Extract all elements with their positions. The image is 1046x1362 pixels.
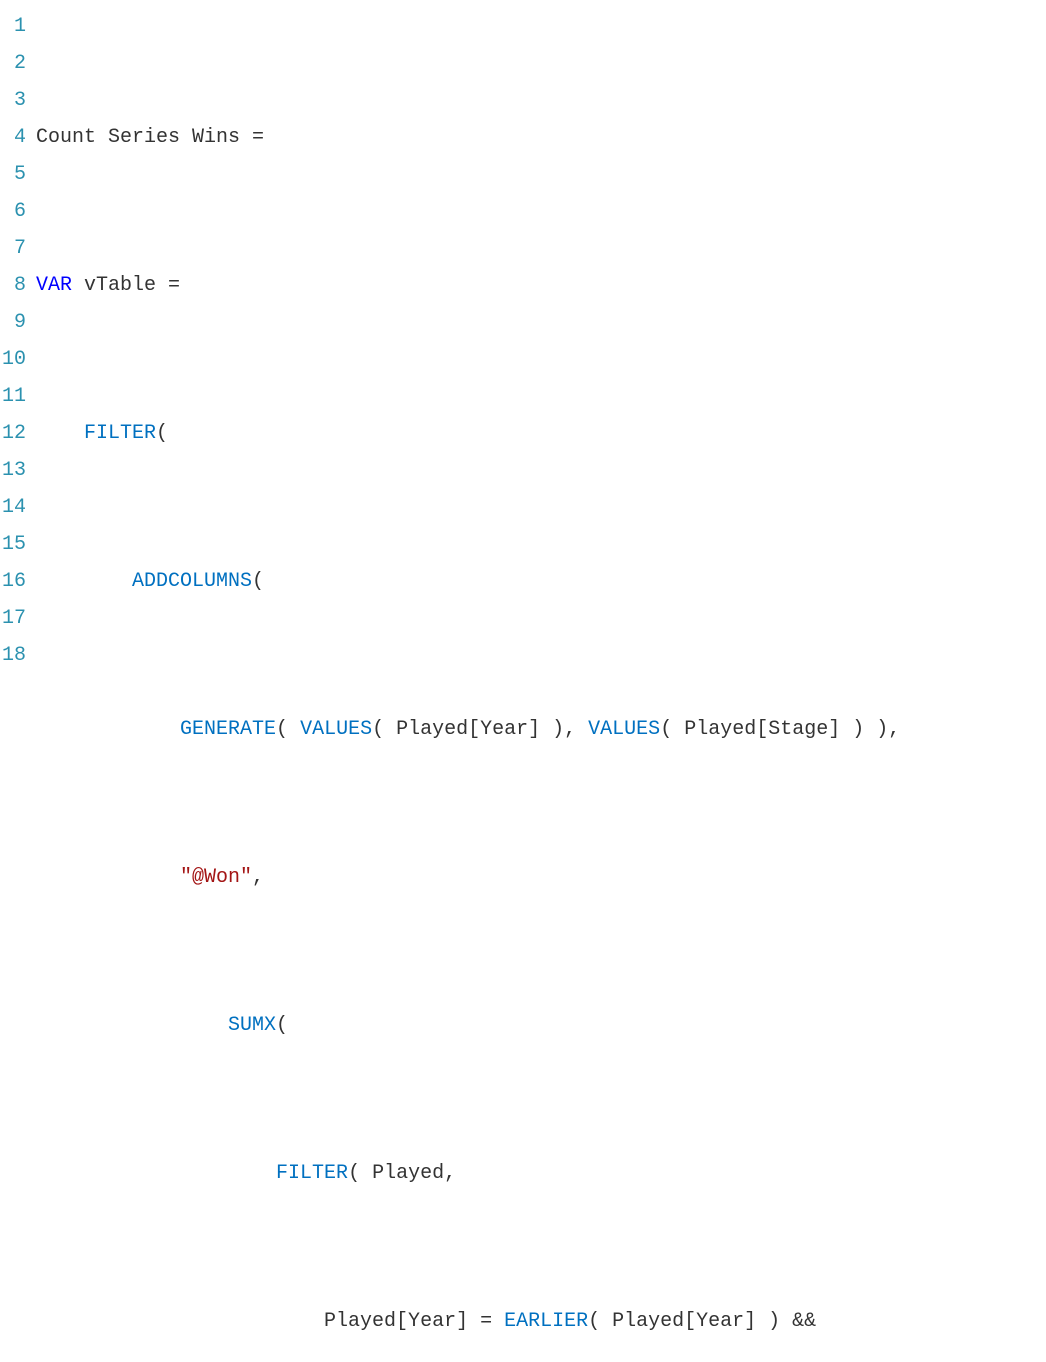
line-number: 17 (0, 600, 26, 637)
table-ref: Played (360, 1162, 444, 1185)
paren-open: ( (588, 1310, 600, 1333)
measure-name: Count Series Wins (36, 126, 240, 149)
func-filter: FILTER (84, 422, 156, 445)
line-number: 16 (0, 563, 26, 600)
paren-close: ) (876, 718, 888, 741)
line-number: 9 (0, 304, 26, 341)
comma: , (444, 1162, 456, 1185)
column-ref: Played[Stage] (672, 718, 852, 741)
func-values: VALUES (588, 718, 660, 741)
func-sumx: SUMX (228, 1014, 276, 1037)
paren-close: ) (552, 718, 564, 741)
paren-open: ( (156, 422, 168, 445)
paren-close: ) (768, 1310, 780, 1333)
identifier: vTable (72, 274, 168, 297)
code-line[interactable]: SUMX( (36, 1007, 1046, 1044)
column-ref: Played[Year] (384, 718, 552, 741)
comma: , (888, 718, 900, 741)
paren-open: ( (276, 718, 288, 741)
paren-open: ( (372, 718, 384, 741)
line-number-gutter: 1 2 3 4 5 6 7 8 9 10 11 12 13 14 15 16 1… (0, 8, 36, 1362)
code-line[interactable]: "@Won", (36, 859, 1046, 896)
paren-open: ( (348, 1162, 360, 1185)
line-number: 1 (0, 8, 26, 45)
func-addcolumns: ADDCOLUMNS (132, 570, 252, 593)
func-filter: FILTER (276, 1162, 348, 1185)
code-line[interactable]: GENERATE( VALUES( Played[Year] ), VALUES… (36, 711, 1046, 748)
paren-open: ( (660, 718, 672, 741)
line-number: 11 (0, 378, 26, 415)
paren-open: ( (276, 1014, 288, 1037)
code-line[interactable]: VAR vTable = (36, 267, 1046, 304)
code-editor[interactable]: 1 2 3 4 5 6 7 8 9 10 11 12 13 14 15 16 1… (0, 8, 1046, 1362)
func-earlier: EARLIER (504, 1310, 588, 1333)
line-number: 10 (0, 341, 26, 378)
comma: , (564, 718, 588, 741)
line-number: 4 (0, 119, 26, 156)
func-generate: GENERATE (180, 718, 276, 741)
line-number: 14 (0, 489, 26, 526)
code-line[interactable]: FILTER( Played, (36, 1155, 1046, 1192)
line-number: 13 (0, 452, 26, 489)
paren-open: ( (252, 570, 264, 593)
line-number: 15 (0, 526, 26, 563)
line-number: 2 (0, 45, 26, 82)
line-number: 12 (0, 415, 26, 452)
code-line[interactable]: FILTER( (36, 415, 1046, 452)
line-number: 6 (0, 193, 26, 230)
keyword-var: VAR (36, 274, 72, 297)
line-number: 7 (0, 230, 26, 267)
code-line[interactable]: ADDCOLUMNS( (36, 563, 1046, 600)
code-line[interactable]: Count Series Wins = (36, 119, 1046, 156)
column-ref: Played[Year] (600, 1310, 768, 1333)
func-values: VALUES (300, 718, 372, 741)
equals: = (240, 126, 264, 149)
op-and: && (780, 1310, 816, 1333)
code-line[interactable]: Played[Year] = EARLIER( Played[Year] ) &… (36, 1303, 1046, 1340)
comma: , (252, 866, 264, 889)
line-number: 3 (0, 82, 26, 119)
op-equals: = (468, 1310, 504, 1333)
line-number: 5 (0, 156, 26, 193)
paren-close: ) (852, 718, 864, 741)
string-literal: "@Won" (180, 866, 252, 889)
code-area[interactable]: Count Series Wins = VAR vTable = FILTER(… (36, 8, 1046, 1362)
line-number: 8 (0, 267, 26, 304)
equals: = (168, 274, 180, 297)
line-number: 18 (0, 637, 26, 674)
